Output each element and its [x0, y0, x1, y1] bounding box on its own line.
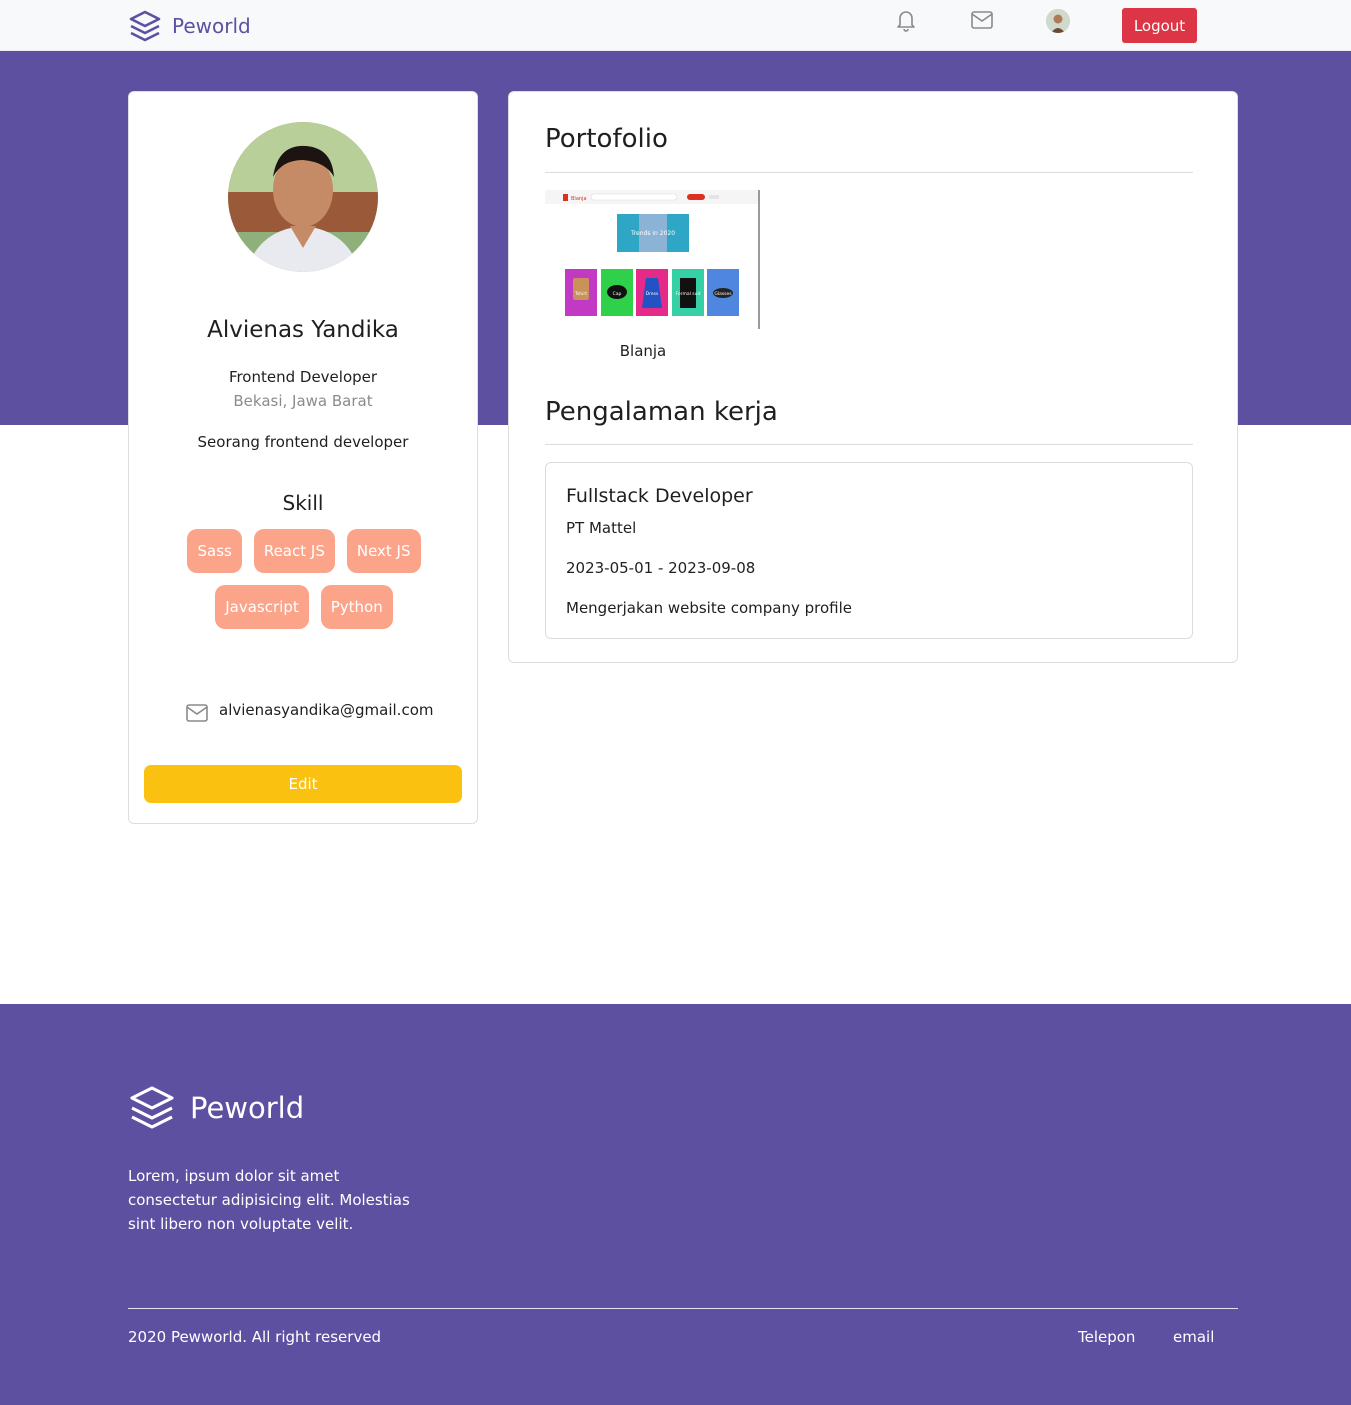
experience-description: Mengerjakan website company profile — [566, 599, 853, 617]
footer-link-email[interactable]: email — [1173, 1328, 1214, 1346]
skill-pill: Sass — [187, 529, 242, 573]
bell-icon[interactable] — [894, 8, 918, 32]
brand-name: Peworld — [172, 14, 251, 38]
experience-role: Fullstack Developer — [566, 485, 753, 507]
thumb-category-2: Dress — [646, 291, 659, 297]
footer-link-telepon[interactable]: Telepon — [1078, 1328, 1135, 1346]
thumb-category-0: Tshirt — [574, 291, 587, 297]
experience-company: PT Mattel — [566, 519, 637, 537]
copyright: 2020 Pewworld. All right reserved — [128, 1328, 382, 1346]
experience-dates: 2023-05-01 - 2023-09-08 — [566, 559, 756, 577]
edit-button[interactable]: Edit — [144, 765, 462, 803]
portfolio-thumbnail[interactable]: Blanja Trends in 2020 Tshirt Cap Dress F… — [545, 190, 760, 329]
thumb-category-1: Cap — [613, 291, 622, 297]
skill-pill: Javascript — [215, 585, 309, 629]
profile-avatar — [228, 122, 378, 272]
skill-pill: React JS — [253, 529, 335, 573]
email-row[interactable]: alvienasyandika@gmail.com — [185, 695, 434, 725]
layers-icon — [130, 1086, 174, 1129]
skill-pill: Next JS — [346, 529, 421, 573]
footer: Peworld Lorem, ipsum dolor sit amet cons… — [0, 1004, 1351, 1405]
profile-location: Bekasi, Jawa Barat — [233, 392, 373, 410]
profile-description: Seorang frontend developer — [197, 433, 409, 451]
skill-pill: Python — [320, 585, 393, 629]
navbar: Peworld Logout — [0, 0, 1351, 51]
mail-icon — [186, 704, 208, 722]
profile-photo-icon — [228, 122, 378, 272]
profile-job: Frontend Developer — [228, 368, 378, 386]
thumb-category-4: Glasses — [714, 291, 732, 297]
experience-title: Pengalaman kerja — [545, 397, 778, 427]
profile-card: Alvienas Yandika Frontend Developer Beka… — [128, 91, 478, 824]
brand-logo[interactable]: Peworld — [128, 8, 251, 44]
profile-name: Alvienas Yandika — [207, 317, 399, 343]
skill-title: Skill — [282, 491, 324, 515]
footer-description: Lorem, ipsum dolor sit amet consectetur … — [128, 1167, 410, 1233]
avatar[interactable] — [1046, 9, 1070, 33]
thumb-banner: Trends in 2020 — [630, 230, 675, 237]
divider — [545, 172, 1193, 173]
footer-brand: Peworld — [128, 1084, 304, 1132]
email-text: alvienasyandika@gmail.com — [219, 701, 434, 719]
portfolio-title: Portofolio — [545, 124, 668, 154]
portfolio-caption: Blanja — [619, 342, 667, 360]
main-card: Portofolio Blanja Trends in 2020 Tshirt — [508, 91, 1238, 663]
user-avatar-icon — [1046, 9, 1070, 33]
footer-brand-name: Peworld — [190, 1091, 305, 1125]
portfolio-screenshot: Blanja Trends in 2020 Tshirt Cap Dress F… — [545, 190, 758, 329]
thumb-category-3: Formal suit — [676, 291, 701, 297]
divider — [128, 1308, 1238, 1309]
divider — [545, 444, 1193, 445]
skill-list: Sass React JS Next JS Javascript Python — [169, 529, 439, 629]
experience-card: Fullstack Developer PT Mattel 2023-05-01… — [545, 462, 1193, 639]
mail-icon[interactable] — [970, 8, 994, 32]
thumb-logo: Blanja — [571, 196, 587, 202]
logout-button[interactable]: Logout — [1122, 8, 1197, 43]
layers-icon — [129, 10, 161, 42]
